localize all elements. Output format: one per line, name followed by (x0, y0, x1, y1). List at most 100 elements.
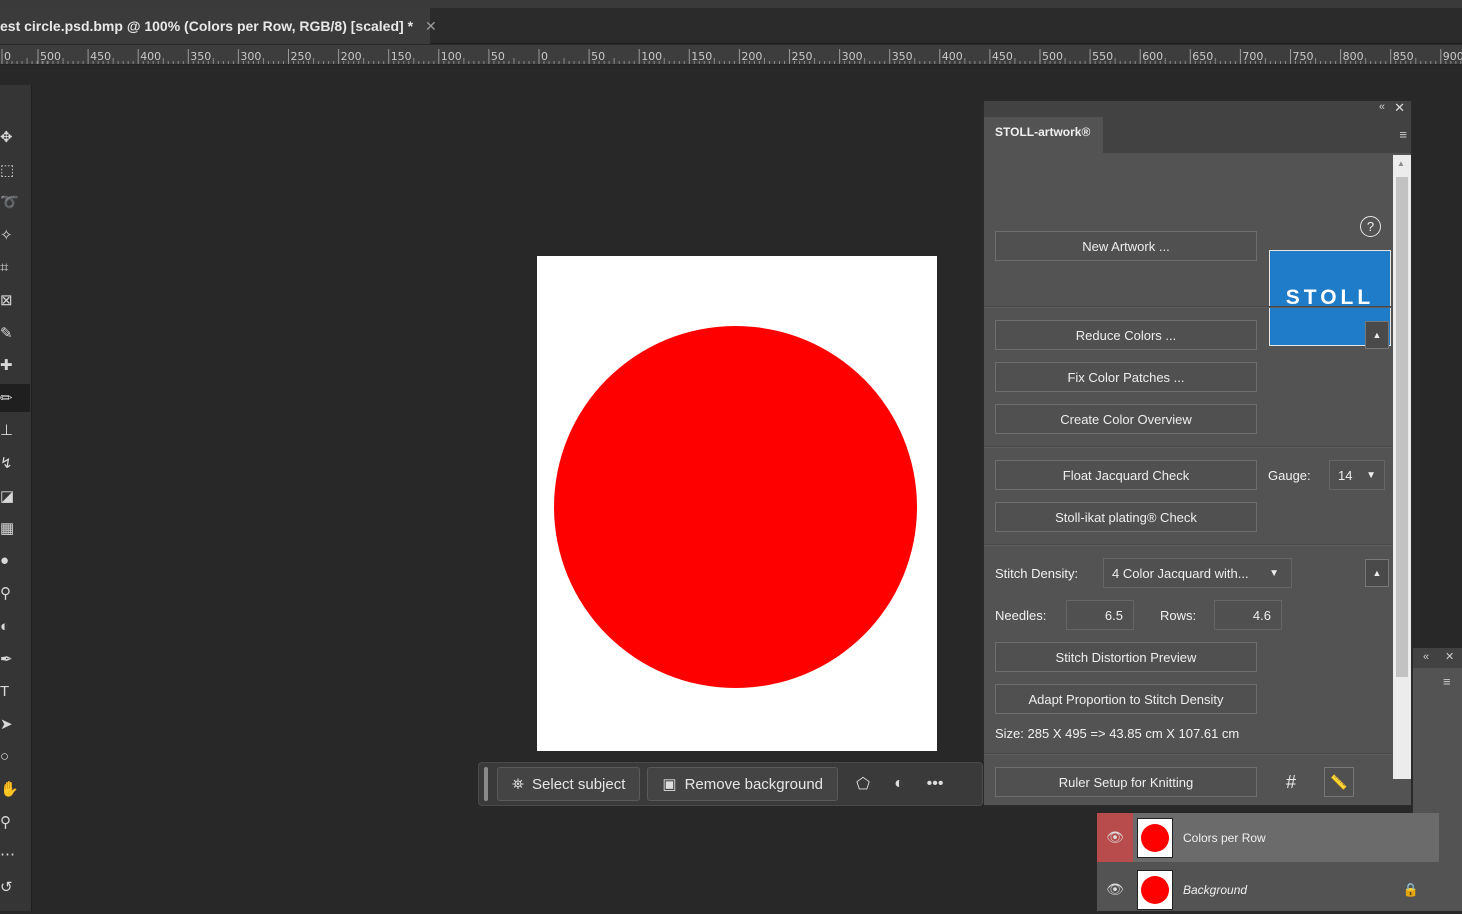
scroll-up-icon[interactable]: ▲ (1397, 159, 1405, 168)
healing-brush-icon[interactable]: ✚ (0, 351, 30, 379)
stoll-ikat-check-button[interactable]: Stoll-ikat plating® Check (995, 502, 1257, 532)
collapse-panel-icon[interactable]: « (1379, 101, 1385, 113)
dodge-tool-icon[interactable]: ⚲ (0, 579, 30, 607)
panel-menu-icon[interactable]: ≡ (1443, 674, 1451, 689)
visibility-eye-icon[interactable]: 👁 (1097, 813, 1133, 862)
document-tab-bar: est circle.psd.bmp @ 100% (Colors per Ro… (0, 8, 1462, 44)
layer-name[interactable]: Background (1183, 883, 1247, 897)
ruler-tick-label: 800 (1343, 50, 1364, 63)
document-tab[interactable]: est circle.psd.bmp @ 100% (Colors per Ro… (0, 8, 437, 44)
visibility-eye-icon[interactable]: 👁 (1097, 865, 1133, 914)
document-canvas[interactable] (537, 256, 937, 751)
layer-thumbnail (1137, 869, 1173, 910)
ruler-tick-label: 300 (842, 50, 863, 63)
eraser-tool-icon[interactable]: ◪ (0, 482, 30, 510)
size-readout: Size: 285 X 495 => 43.85 cm X 107.61 cm (995, 726, 1240, 741)
taskbar-drag-handle[interactable] (484, 767, 488, 801)
stamp-tool-icon[interactable]: ⊥ (0, 416, 30, 444)
help-icon[interactable]: ? (1360, 216, 1381, 237)
ruler-tick-label: 600 (1142, 50, 1163, 63)
needles-input[interactable]: 6.5 (1066, 600, 1134, 630)
crop-tool-icon[interactable]: ⌗ (0, 253, 30, 281)
section-divider (984, 544, 1392, 546)
close-panel-icon[interactable]: ✕ (1445, 650, 1454, 663)
stitch-density-label: Stitch Density: (995, 566, 1079, 581)
panel-body: ? New Artwork ... STOLL Reduce Colors ..… (984, 153, 1392, 805)
select-subject-label: Select subject (532, 775, 626, 793)
float-jacquard-check-button[interactable]: Float Jacquard Check (995, 460, 1257, 490)
ruler-tick-label: 400 (942, 50, 963, 63)
secondary-panel: « ✕ ≡ (1412, 648, 1462, 813)
chevron-down-icon: ▼ (1366, 469, 1376, 481)
horizontal-ruler[interactable]: 0 500 450 400 350 300 250 200 150 100 50 0 50 100 150 2… (0, 45, 1462, 65)
close-panel-icon[interactable]: ✕ (1394, 100, 1405, 116)
remove-background-button[interactable]: ▣ Remove background (647, 767, 839, 801)
collapse-section-icon[interactable]: ▲ (1365, 321, 1389, 349)
ellipse-tool-icon[interactable]: ○ (0, 742, 30, 770)
grid-icon[interactable]: # (1276, 767, 1306, 797)
create-color-overview-button[interactable]: Create Color Overview (995, 404, 1257, 434)
layer-row[interactable]: 👁 Colors per Row (1097, 813, 1439, 862)
rows-input[interactable]: 4.6 (1214, 600, 1282, 630)
ruler-tick-label: 750 (1293, 50, 1314, 63)
layers-list: 👁 Colors per Row 👁 Background 🔒 (1097, 813, 1462, 911)
hand-tool-icon[interactable]: ✋ (0, 775, 30, 803)
ruler-icon[interactable]: 📏 (1324, 767, 1354, 797)
remove-background-label: Remove background (684, 775, 824, 793)
lasso-tool-icon[interactable]: ➰ (0, 188, 30, 216)
red-circle-shape (554, 326, 917, 688)
ruler-tick-label: 200 (341, 50, 362, 63)
ruler-tick-label: 500 (1042, 50, 1063, 63)
gradient-tool-icon[interactable]: ▦ (0, 514, 30, 542)
layer-row[interactable]: 👁 Background 🔒 (1097, 865, 1439, 914)
ruler-tick-label: 50 (491, 50, 505, 63)
ruler-tick-label: 100 (441, 50, 462, 63)
magic-wand-icon[interactable]: ✧ (0, 221, 30, 249)
transform-icon[interactable]: ⬠ (845, 774, 881, 794)
zoom-tool-icon[interactable]: ⚲ (0, 808, 30, 836)
stitch-distortion-preview-button[interactable]: Stitch Distortion Preview (995, 642, 1257, 672)
frame-tool-icon[interactable]: ⊠ (0, 286, 30, 314)
panel-tab-row: STOLL-artwork® ≡ (984, 117, 1411, 153)
panel-title-bar[interactable]: « ✕ (984, 100, 1411, 117)
move-tool-icon[interactable]: ✥ (0, 123, 30, 151)
panel-scrollbar[interactable]: ▲ (1393, 155, 1411, 779)
scrollbar-thumb[interactable] (1396, 177, 1408, 677)
new-artwork-button[interactable]: New Artwork ... (995, 231, 1257, 261)
more-tools-icon[interactable]: ⋯ (0, 840, 30, 868)
fix-color-patches-button[interactable]: Fix Color Patches ... (995, 362, 1257, 392)
ruler-setup-button[interactable]: Ruler Setup for Knitting (995, 767, 1257, 797)
pen-tool-icon[interactable]: ✒ (0, 645, 30, 673)
eyedropper-icon[interactable]: ✎ (0, 319, 30, 347)
stitch-density-select[interactable]: 4 Color Jacquard with... ▼ (1103, 558, 1292, 588)
layer-name[interactable]: Colors per Row (1183, 831, 1266, 845)
more-options-icon[interactable]: ••• (917, 775, 953, 793)
history-brush-icon[interactable]: ↯ (0, 449, 30, 477)
swap-colors-icon[interactable]: ↺ (0, 873, 30, 901)
ruler-tick-label: 850 (1393, 50, 1414, 63)
sponge-tool-icon[interactable]: ◐ (0, 612, 30, 640)
marquee-tool-icon[interactable]: ⬚ (0, 156, 30, 184)
close-tab-icon[interactable]: ✕ (425, 18, 437, 35)
ruler-tick-label: 200 (741, 50, 762, 63)
reduce-colors-button[interactable]: Reduce Colors ... (995, 320, 1257, 350)
tab-stoll-artwork[interactable]: STOLL-artwork® (984, 117, 1103, 153)
select-subject-button[interactable]: ⛯ Select subject (497, 767, 641, 801)
pencil-tool-icon[interactable]: ✏ (0, 383, 30, 412)
blur-tool-icon[interactable]: ● (0, 547, 30, 575)
tools-panel: ✥ ⬚ ➰ ✧ ⌗ ⊠ ✎ ✚ ✏ ⊥ ↯ ◪ ▦ ● ⚲ ◐ ✒ T ➤ ○ ✋ ⚲ ⋯ ↺ (0, 85, 32, 911)
ruler-tick-label: 250 (792, 50, 813, 63)
adjustment-icon[interactable]: ◐ (881, 775, 917, 793)
gauge-select[interactable]: 14 ▼ (1329, 460, 1385, 490)
collapse-panel-icon[interactable]: « (1423, 651, 1429, 663)
ruler-tick-label: 450 (90, 50, 111, 63)
gauge-value: 14 (1338, 467, 1353, 483)
type-tool-icon[interactable]: T (0, 677, 30, 705)
lock-icon: 🔒 (1402, 881, 1419, 897)
adapt-proportion-button[interactable]: Adapt Proportion to Stitch Density (995, 684, 1257, 714)
panel-menu-icon[interactable]: ≡ (1399, 127, 1407, 142)
ruler-tick-label: 500 (40, 50, 61, 63)
path-select-icon[interactable]: ➤ (0, 710, 30, 738)
document-tab-title[interactable]: est circle.psd.bmp @ 100% (Colors per Ro… (0, 18, 413, 34)
collapse-section-icon[interactable]: ▲ (1365, 559, 1389, 587)
